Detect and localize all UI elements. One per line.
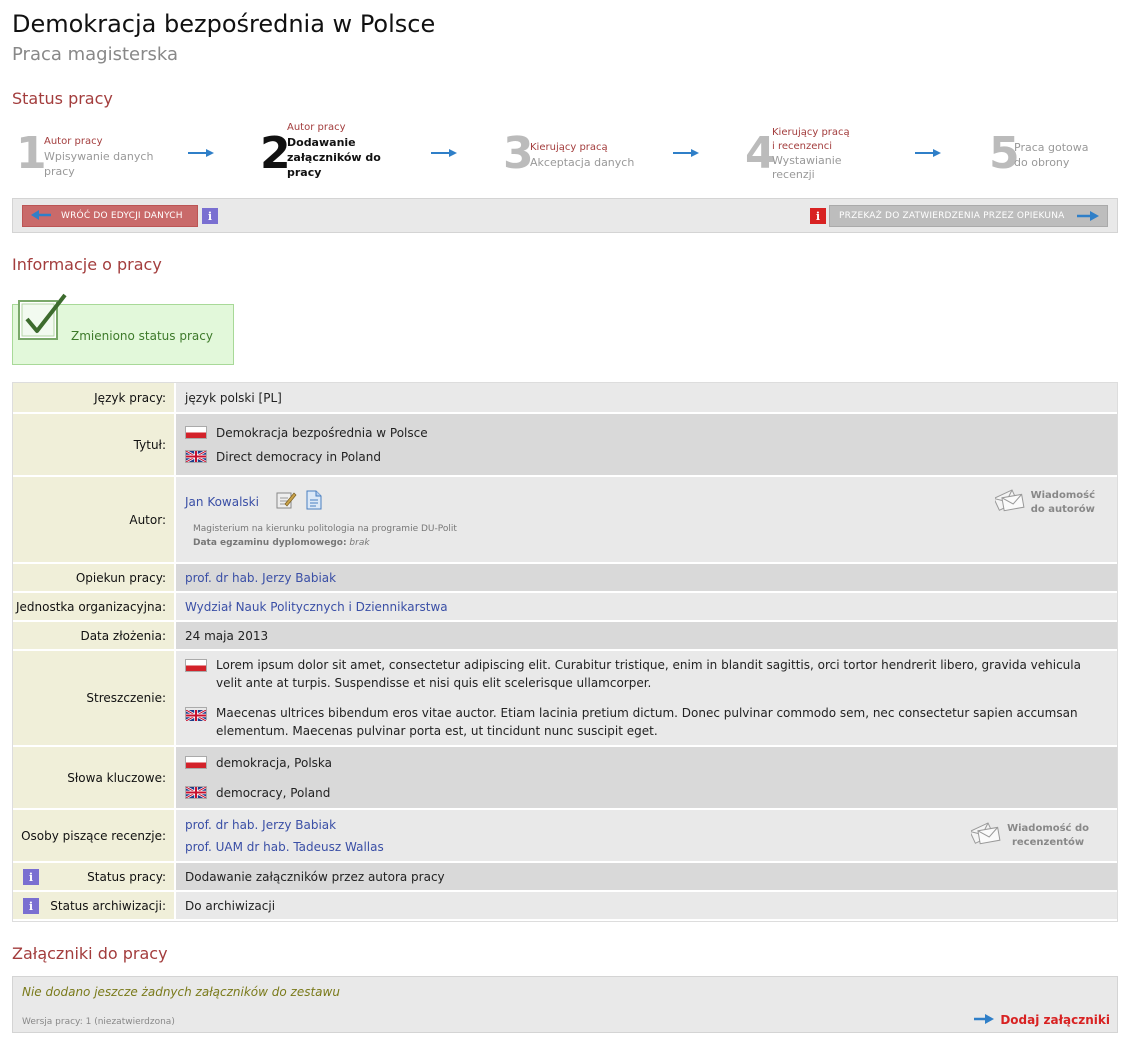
envelopes-icon [969,820,1001,851]
step-number: 1 [16,128,47,179]
section-title-status: Status pracy [12,89,113,108]
message-reviewers-button[interactable]: Wiadomość do recenzentów [969,820,1089,851]
add-attachments-link[interactable]: Dodaj załączniki [974,1013,1110,1027]
message-authors-label-2: do autorów [1030,503,1095,515]
table-row: Słowa kluczowe: demokracja, Polska democ… [13,747,1117,810]
document-icon[interactable] [305,490,323,513]
success-message-box: Zmieniono status pracy [12,293,234,365]
submission-date: 24 maja 2013 [176,622,1117,651]
row-label: Autor: [13,477,176,564]
action-bar: WRÓĆ DO EDYCJI DANYCH i i PRZEKAŻ DO ZAT… [12,198,1118,233]
row-label: Tytuł: [13,414,176,477]
checkmark-icon [17,291,69,343]
uk-flag-icon [185,785,207,800]
row-label: Jednostka organizacyjna: [13,593,176,622]
author-link[interactable]: Jan Kowalski [185,495,259,509]
attachments-empty-message: Nie dodano jeszcze żadnych załączników d… [22,985,340,999]
forward-button-label: PRZEKAŻ DO ZATWIERDZENIA PRZEZ OPIEKUNA [839,211,1065,221]
row-label: Opiekun pracy: [13,564,176,593]
polish-flag-icon [185,756,207,769]
table-row: Język pracy: język polski [PL] [13,383,1117,414]
step-description: Praca gotowa do obrony [1014,141,1089,169]
step-description: Akceptacja danych [530,156,635,169]
abstract-en: Maecenas ultrices bibendum eros vitae au… [216,706,1078,738]
row-label: Status pracy: [87,869,166,884]
table-row: Autor: Jan Kowalski Magisterium na kieru… [13,477,1117,564]
table-row: i Status archiwizacji: Do archiwizacji [13,892,1117,921]
polish-flag-icon [185,426,207,439]
back-to-edit-button[interactable]: WRÓĆ DO EDYCJI DANYCH [22,205,198,227]
step-actor: Kierujący pracą [530,142,608,153]
info-icon[interactable]: i [23,898,39,914]
step-description: Wpisywanie danych pracy [44,150,154,178]
row-label: Słowa kluczowe: [13,747,176,810]
language-value: język polski [PL] [176,383,1117,414]
table-row: i Status pracy: Dodawanie załączników pr… [13,863,1117,892]
status-steps: 1 Autor pracy Wpisywanie danych pracy 2 A… [12,122,1118,188]
exam-date-label: Data egzaminu dyplomowego: [193,537,347,548]
info-icon[interactable]: i [810,208,826,224]
keywords-pl: demokracja, Polska [216,755,333,770]
table-row: Jednostka organizacyjna: Wydział Nauk Po… [13,593,1117,622]
exam-date-value: brak [349,537,370,548]
table-row: Streszczenie: Lorem ipsum dolor sit amet… [13,651,1117,747]
message-reviewers-label-1: Wiadomość do [1007,822,1089,834]
row-label: Status archiwizacji: [50,898,166,913]
edit-note-icon[interactable] [275,490,297,513]
message-authors-label-1: Wiadomość [1030,489,1095,501]
section-title-attachments: Załączniki do pracy [12,944,168,963]
submit-to-supervisor-button[interactable]: PRZEKAŻ DO ZATWIERDZENIA PRZEZ OPIEKUNA [829,205,1108,227]
arrow-right-icon [915,148,941,158]
page-subtitle: Praca magisterska [12,44,179,65]
unit-link[interactable]: Wydział Nauk Politycznych i Dziennikarst… [185,600,448,614]
title-pl: Demokracja bezpośrednia w Polsce [216,425,428,440]
message-reviewers-label-2: recenzentów [1011,836,1085,848]
row-label: Streszczenie: [13,651,176,747]
step-description: Wystawianie recenzji [772,154,842,181]
section-title-info: Informacje o pracy [12,255,162,274]
arrow-right-icon [673,148,699,158]
info-icon[interactable]: i [23,869,39,885]
title-en: Direct democracy in Poland [216,449,381,464]
row-label: Data złożenia: [13,622,176,651]
table-row: Tytuł: Demokracja bezpośrednia w Polsce … [13,414,1117,477]
supervisor-link[interactable]: prof. dr hab. Jerzy Babiak [185,571,336,585]
info-icon[interactable]: i [202,208,218,224]
row-label: Język pracy: [13,383,176,414]
page-title: Demokracja bezpośrednia w Polsce [12,10,436,38]
uk-flag-icon [185,449,207,464]
add-attachments-label: Dodaj załączniki [1000,1013,1110,1027]
archive-status: Do archiwizacji [176,892,1117,921]
thesis-info-table: Język pracy: język polski [PL] Tytuł: De… [12,382,1118,922]
step-description: Dodawanie załączników do pracy [287,136,381,179]
arrow-right-icon [188,148,214,158]
abstract-pl: Lorem ipsum dolor sit amet, consectetur … [216,658,1081,690]
step-actor: Autor pracy [44,136,103,147]
row-label: Osoby piszące recenzje: [13,810,176,863]
author-program: Magisterium na kierunku politologia na p… [193,523,457,534]
keywords-en: democracy, Poland [216,785,331,800]
envelopes-icon [992,487,1025,518]
uk-flag-icon [185,707,207,723]
thesis-status: Dodawanie załączników przez autora pracy [176,863,1117,892]
arrow-left-icon [31,209,51,223]
arrow-right-icon [974,1013,995,1027]
success-message: Zmieniono status pracy [71,329,213,343]
step-actor: Autor pracy [287,122,346,133]
version-label: Wersja pracy: 1 (niezatwierdzona) [22,1017,175,1027]
table-row: Opiekun pracy: prof. dr hab. Jerzy Babia… [13,564,1117,593]
attachments-box: Nie dodano jeszcze żadnych załączników d… [12,976,1118,1033]
step-actor: Kierujący pracą i recenzenci [772,127,850,152]
polish-flag-icon [185,659,207,672]
back-button-label: WRÓĆ DO EDYCJI DANYCH [61,211,183,221]
message-authors-button[interactable]: Wiadomość do autorów [992,487,1095,518]
arrow-right-icon [431,148,457,158]
arrow-right-icon [1077,211,1099,224]
table-row: Osoby piszące recenzje: prof. dr hab. Je… [13,810,1117,863]
table-row: Data złożenia: 24 maja 2013 [13,622,1117,651]
